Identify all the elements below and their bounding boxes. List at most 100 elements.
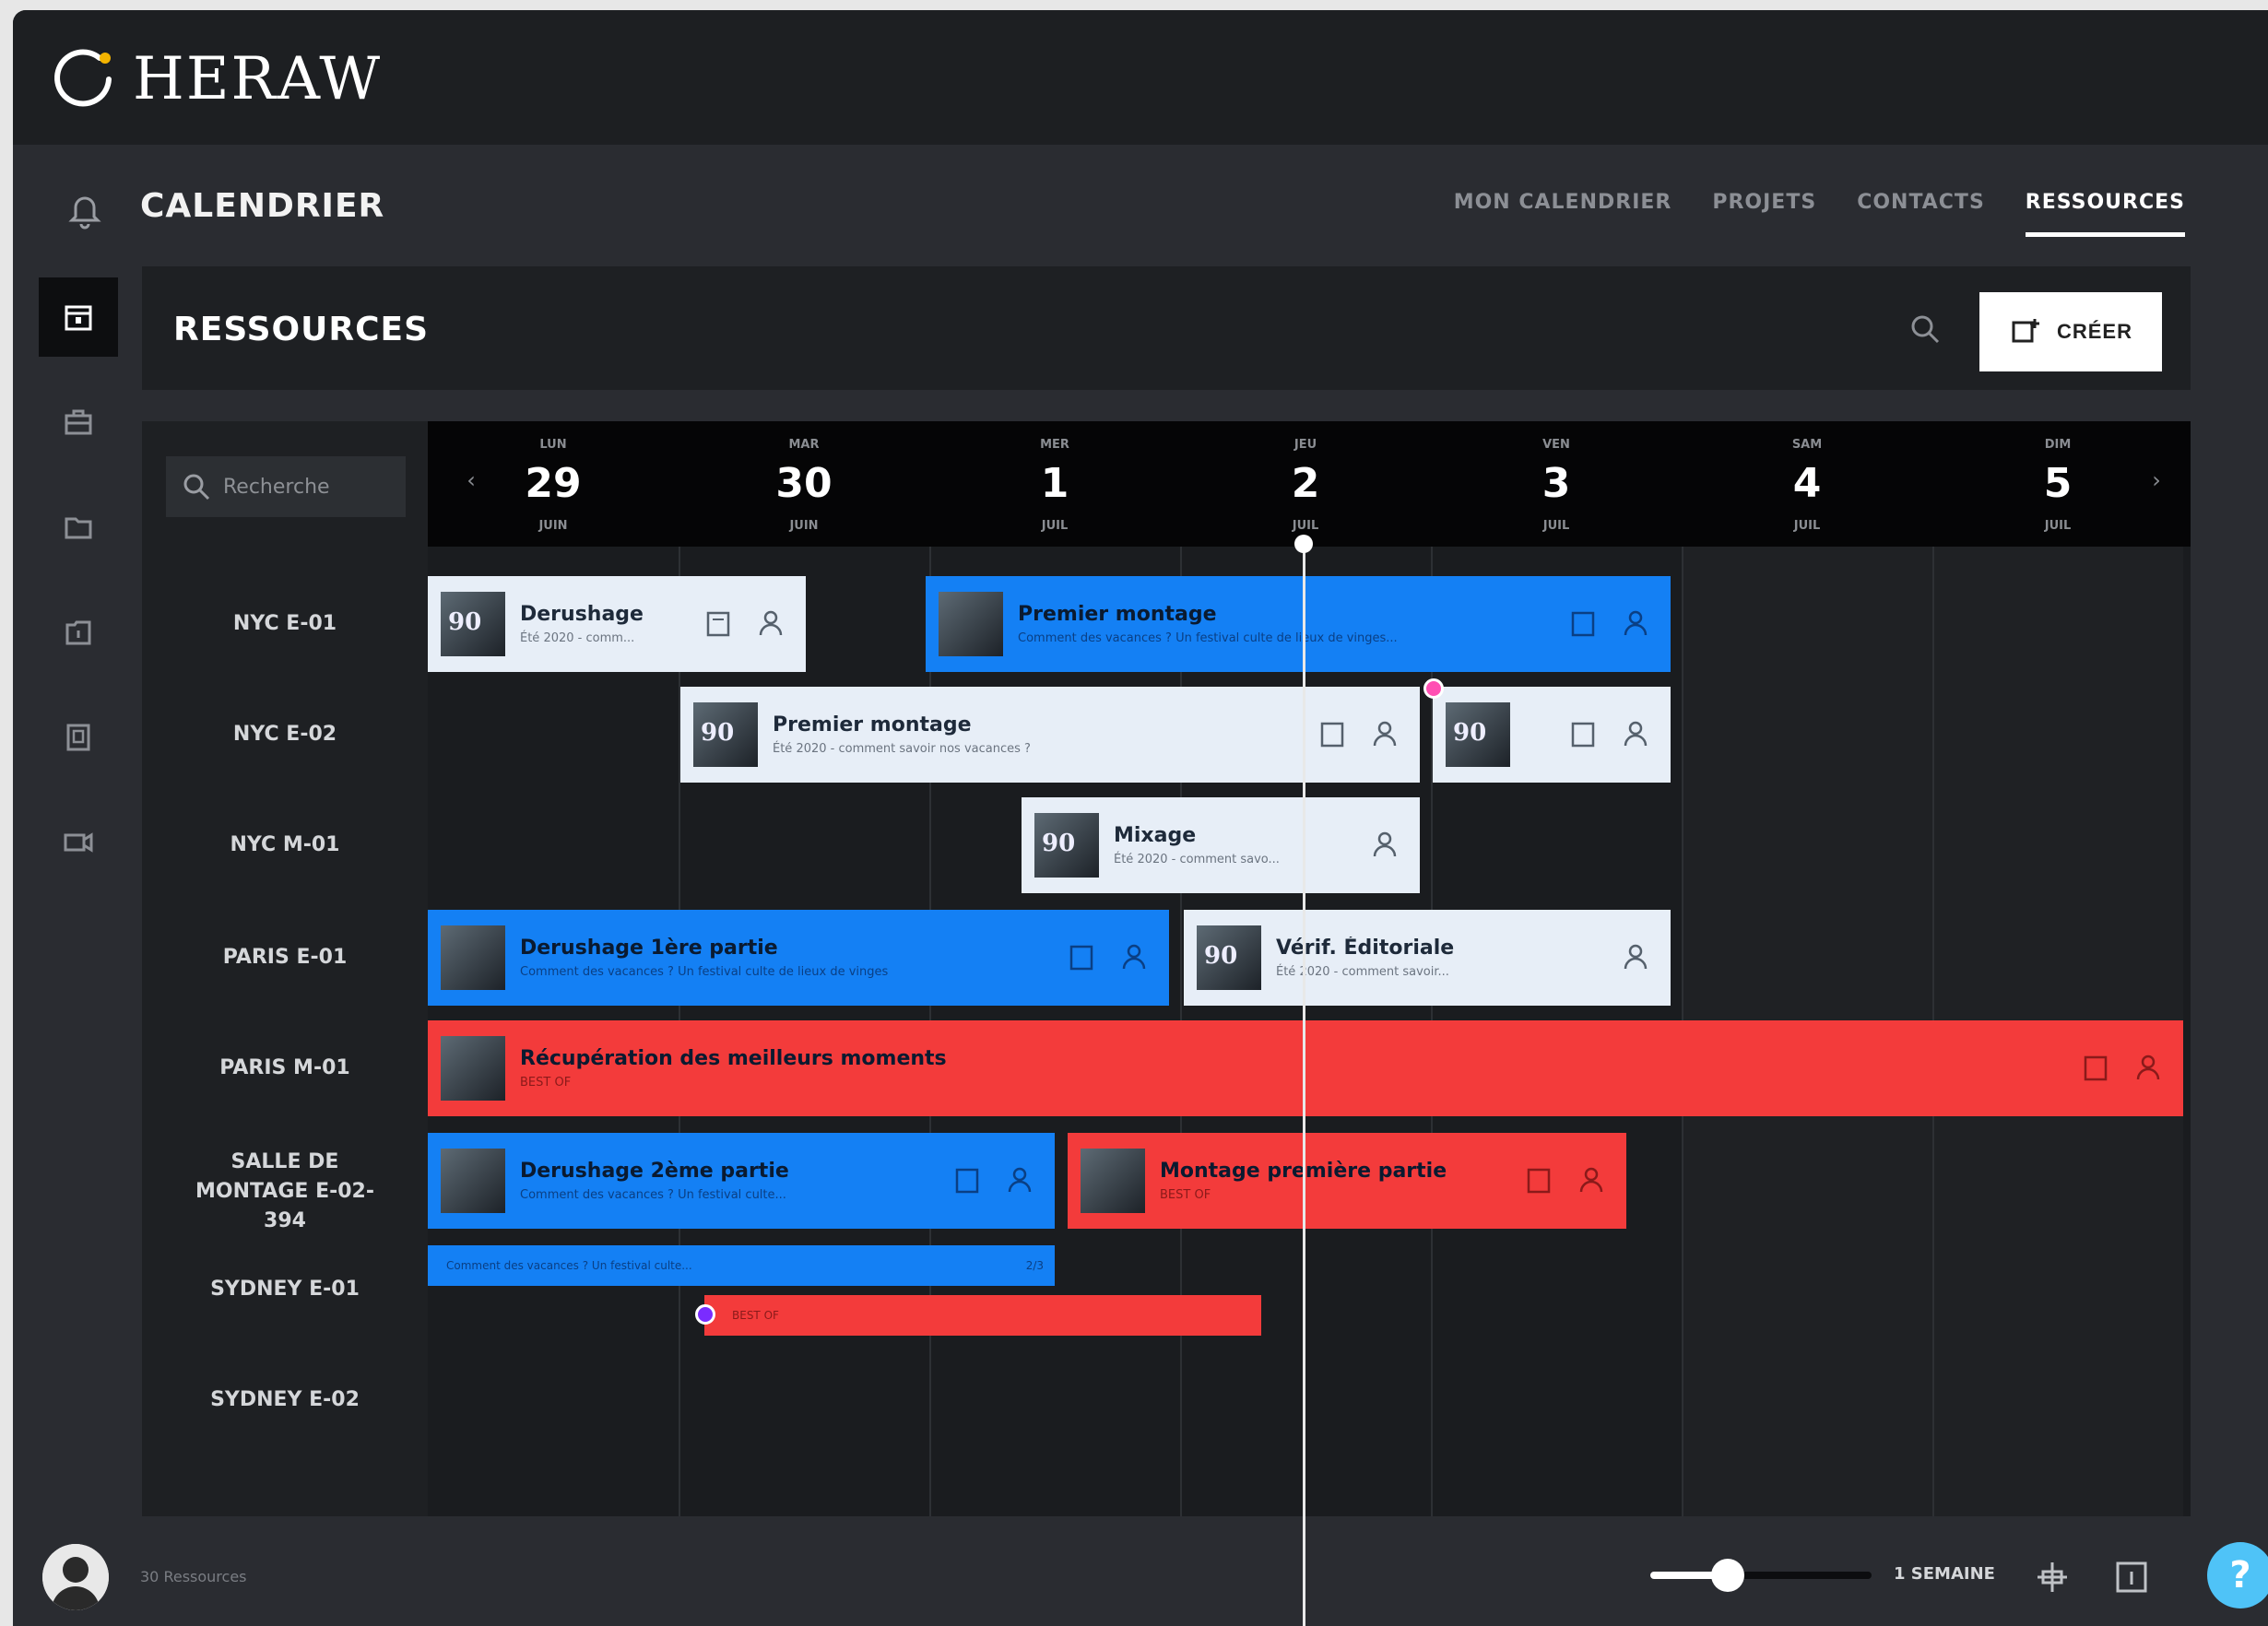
video-camera-icon (64, 832, 93, 853)
resource-search-input[interactable] (221, 474, 382, 500)
resource-label: SYDNEY E-02 (210, 1388, 360, 1411)
resource-count: 30 Ressources (140, 1568, 247, 1585)
event-title: Premier montage (1018, 603, 1217, 626)
event-block[interactable]: Récupération des meilleurs moments BEST O… (428, 1020, 2183, 1116)
tab-contacts[interactable]: CONTACTS (1857, 191, 1985, 237)
sidebar-item-projects[interactable] (39, 383, 118, 462)
event-block[interactable]: Comment des vacances ? Un festival culte… (428, 1245, 1055, 1286)
event-block[interactable]: 90 (1433, 687, 1671, 783)
resource-label: NYC E-02 (232, 723, 337, 746)
sidebar-item-calendar[interactable] (39, 277, 118, 357)
avatar[interactable] (42, 1544, 109, 1610)
event-block[interactable]: 90 Premier montage Été 2020 - comment sav… (680, 687, 1420, 783)
event-subtitle: Comment des vacances ? Un festival culte… (446, 1259, 692, 1272)
event-subtitle: Été 2020 - comm... (520, 631, 635, 645)
page-title: RESSOURCES (173, 311, 430, 348)
person-icon (1579, 1167, 1603, 1193)
sidebar-item-video[interactable] (39, 803, 118, 882)
tab-mon-calendrier[interactable]: MON CALENDRIER (1454, 191, 1672, 237)
logo[interactable]: HERAW (52, 38, 382, 121)
event-title: Récupération des meilleurs moments (520, 1047, 947, 1070)
resource-search-box[interactable] (166, 456, 406, 517)
event-block[interactable]: Montage première partie BEST OF (1068, 1133, 1626, 1229)
event-thumbnail (441, 925, 505, 990)
event-subtitle: Été 2020 - comment savoir nos vacances ? (773, 742, 1031, 756)
event-thumbnail (939, 592, 1003, 656)
event-title: Derushage 1ère partie (520, 937, 778, 960)
calendar-grid: 90 Derushage Été 2020 - comm... Premier m… (428, 547, 2191, 1516)
task-icon (1069, 945, 1093, 971)
tab-projets[interactable]: PROJETS (1712, 191, 1816, 237)
search-icon[interactable] (1903, 307, 1949, 353)
next-week-button[interactable]: › (2143, 467, 2170, 504)
resource-label: SYDNEY E-01 (210, 1278, 360, 1301)
person-icon (2136, 1055, 2160, 1080)
event-thumbnail: 90 (1034, 813, 1099, 878)
briefcase-icon (65, 409, 92, 435)
event-thumbnail: 90 (1446, 702, 1510, 767)
current-time-line (1303, 542, 1305, 1626)
top-tabs: MON CALENDRIER PROJETS CONTACTS RESSOURC… (1454, 191, 2185, 237)
days-header: ‹ LUN 29 JUIN MAR 30 JUIN MER 1 JUIL JEU… (428, 421, 2191, 547)
event-title: Derushage (520, 603, 644, 626)
logo-mark-icon (52, 45, 120, 113)
day-column-header: VEN 3 JUIL (1431, 421, 1682, 547)
conflict-marker[interactable] (695, 1304, 715, 1325)
task-icon (1571, 611, 1595, 637)
resources-header: RESSOURCES CRÉER (142, 266, 2191, 390)
person-icon (1008, 1167, 1032, 1193)
event-subtitle: Comment des vacances ? Un festival culte… (520, 965, 889, 979)
person-icon (1122, 944, 1146, 970)
info-panel-icon[interactable] (2109, 1555, 2154, 1599)
event-subtitle: Été 2020 - comment savoir... (1276, 965, 1449, 979)
sidebar-item-contacts[interactable] (39, 698, 118, 777)
event-title: Montage première partie (1160, 1160, 1447, 1183)
folder-icon (65, 517, 92, 539)
day-weekday: MER (1040, 438, 1069, 452)
create-button-label: CRÉER (2056, 320, 2132, 343)
brand-name: HERAW (133, 45, 383, 113)
event-title: Premier montage (773, 713, 972, 736)
event-block[interactable]: 90 Mixage Été 2020 - comment savo... (1022, 797, 1420, 893)
create-button[interactable]: CRÉER (1979, 292, 2162, 371)
conflict-marker[interactable] (1423, 678, 1444, 699)
contact-card-icon (66, 724, 90, 751)
day-month: JUIL (1041, 519, 1069, 533)
day-number: 29 (525, 460, 582, 507)
event-block[interactable]: BEST OF (704, 1295, 1261, 1336)
event-subtitle: Été 2020 - comment savo... (1114, 853, 1280, 866)
move-icon[interactable] (2030, 1555, 2074, 1599)
event-thumbnail (1081, 1149, 1145, 1213)
event-thumbnail: 90 (1197, 925, 1261, 990)
person-icon (1624, 944, 1648, 970)
help-button[interactable]: ? (2207, 1542, 2268, 1608)
task-icon (1320, 722, 1344, 748)
sidebar-item-documents[interactable] (39, 593, 118, 672)
zoom-slider[interactable] (1650, 1559, 1872, 1592)
bell-icon[interactable] (57, 182, 112, 237)
left-sidebar (13, 274, 142, 919)
tab-ressources[interactable]: RESSOURCES (2025, 191, 2185, 237)
person-icon (1373, 721, 1397, 747)
resource-calendar: NYC E-01 NYC E-02 NYC M-01 PARIS E-01 PA… (142, 421, 2191, 1516)
task-icon (2084, 1055, 2108, 1081)
document-icon (65, 620, 91, 645)
event-title: Vérif. Éditoriale (1276, 937, 1455, 960)
day-number: 1 (1040, 460, 1069, 507)
resource-label: NYC M-01 (230, 833, 340, 856)
event-block[interactable]: 90 Vérif. Éditoriale Été 2020 - comment s… (1184, 910, 1671, 1006)
event-block[interactable]: Derushage 2ème partie Comment des vacance… (428, 1133, 1055, 1229)
add-event-icon (2012, 319, 2039, 343)
day-weekday: LUN (539, 438, 567, 452)
zoom-slider-knob[interactable] (1711, 1559, 1744, 1592)
event-block[interactable]: Derushage 1ère partie Comment des vacance… (428, 910, 1169, 1006)
person-icon (1624, 610, 1648, 636)
section-title: CALENDRIER (140, 187, 385, 225)
person-icon (1624, 721, 1648, 747)
sidebar-item-files[interactable] (39, 488, 118, 567)
top-bar: HERAW (13, 10, 2268, 145)
day-column-header: JEU 2 JUIL (1180, 421, 1431, 547)
day-number: 3 (1542, 460, 1571, 507)
event-block[interactable]: 90 Derushage Été 2020 - comm... (428, 576, 806, 672)
event-block[interactable]: Premier montage Comment des vacances ? Un… (926, 576, 1671, 672)
